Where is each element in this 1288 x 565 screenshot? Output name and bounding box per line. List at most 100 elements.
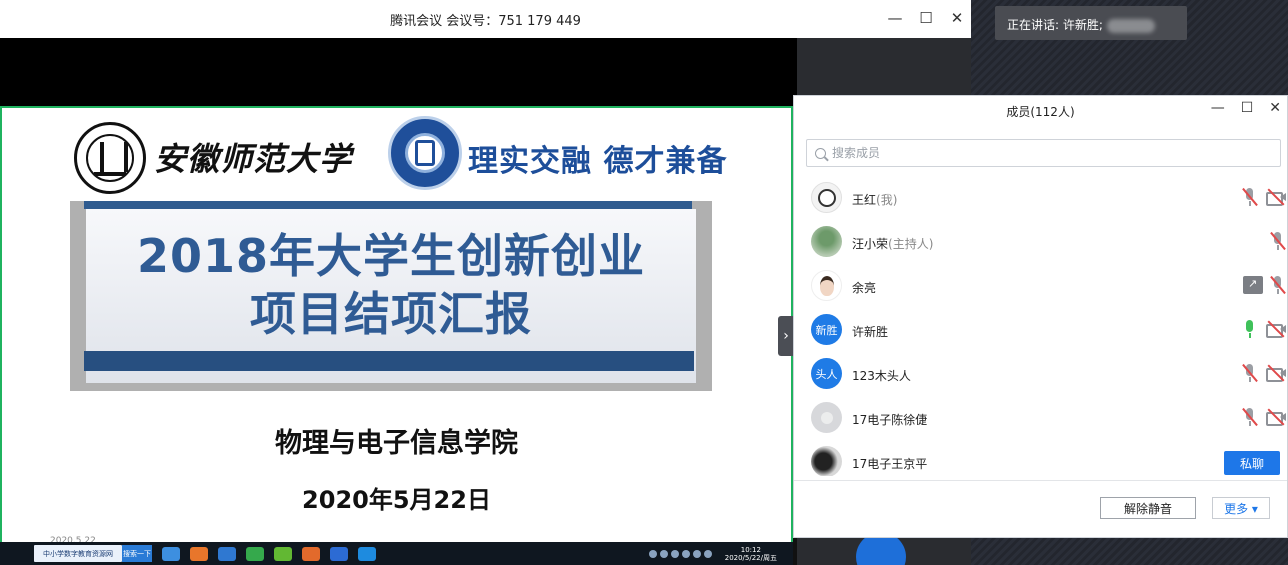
university-name: 安徽师范大学 — [154, 140, 353, 178]
member-status-icons — [1241, 363, 1287, 383]
avatar — [811, 402, 842, 433]
tray-icon — [659, 549, 668, 558]
college-name: 物理与电子信息学院 — [275, 428, 518, 459]
taskbar-ie-tab: 中小学数字教育资源网 — [34, 545, 122, 562]
panel-maximize-button[interactable]: ☐ — [1241, 100, 1254, 116]
title-banner: 2018年大学生创新创业 项目结项汇报 — [70, 201, 712, 391]
minimize-button[interactable]: — — [886, 9, 904, 27]
taskbar-app-icon — [190, 546, 208, 561]
member-status-icons: 私聊 — [1224, 451, 1287, 475]
member-name: 许新胜 — [852, 325, 889, 339]
member-name: 王红(我) — [852, 193, 898, 207]
avatar — [811, 446, 842, 476]
university-seal-icon — [74, 122, 146, 194]
slide-title-line2: 项目结项汇报 — [250, 287, 532, 341]
search-icon — [815, 147, 826, 159]
taskbar-app-icon — [218, 546, 236, 561]
member-row[interactable]: 新胜 许新胜 — [794, 308, 1287, 352]
taskbar-clock: 10:12 2020/5/22/周五 — [725, 546, 777, 562]
clock-date: 2020/5/22/周五 — [724, 553, 777, 562]
banner-top-strip — [84, 201, 692, 209]
member-row[interactable]: 17电子王京平 私聊 — [794, 440, 1287, 476]
desktop: 腾讯会议 会议号：751 179 449 — ☐ ✕ 安徽师范大学 理实交融 德… — [0, 0, 1288, 565]
camera-off-icon[interactable] — [1265, 187, 1287, 207]
member-status-icons — [1241, 407, 1287, 427]
member-tag: (我) — [876, 193, 898, 207]
video-letterbox — [0, 38, 797, 108]
tray-icon — [681, 549, 690, 558]
member-row[interactable]: 17电子陈徐倢 — [794, 396, 1287, 440]
collapse-panel-button[interactable]: › — [778, 316, 794, 356]
maximize-button[interactable]: ☐ — [917, 9, 935, 27]
screen-share-icon[interactable] — [1243, 276, 1263, 294]
private-chat-button[interactable]: 私聊 — [1224, 451, 1280, 475]
more-button[interactable]: 更多 ▾ — [1212, 497, 1270, 519]
mic-muted-icon[interactable] — [1241, 407, 1259, 427]
tray-icon — [692, 549, 701, 558]
taskbar-app-icon — [274, 546, 292, 561]
slide-title: 2018年大学生创新创业 项目结项汇报 — [86, 227, 696, 343]
title-bar: 腾讯会议 会议号：751 179 449 — ☐ ✕ — [0, 0, 971, 38]
mic-muted-icon[interactable] — [1241, 187, 1259, 207]
camera-off-icon[interactable] — [1265, 319, 1287, 339]
close-button[interactable]: ✕ — [948, 9, 966, 27]
slide-title-line1: 2018年大学生创新创业 — [136, 229, 646, 283]
taskbar-app-icon — [330, 546, 348, 561]
members-panel-header: 成员(112人) — ☐ ✕ — [794, 96, 1287, 124]
taskbar-app-icon — [246, 546, 264, 561]
member-status-icons — [1241, 187, 1287, 207]
avatar: 头人 — [811, 358, 842, 389]
taskbar-app-icon — [358, 546, 376, 561]
panel-minimize-button[interactable]: — — [1211, 100, 1225, 116]
member-status-icons — [1269, 231, 1287, 251]
members-panel: 成员(112人) — ☐ ✕ 王红(我) — [793, 95, 1288, 538]
shared-screen-slide: 安徽师范大学 理实交融 德才兼备 2018年大学生创新创业 项目结项汇报 物理与… — [0, 108, 793, 546]
member-row[interactable]: 汪小荣(主持人) — [794, 220, 1287, 264]
system-tray: 10:12 2020/5/22/周五 — [648, 546, 793, 562]
member-search-box[interactable] — [806, 139, 1281, 167]
avatar — [811, 270, 842, 301]
window-controls: — ☐ ✕ — [886, 9, 966, 27]
member-status-icons — [1241, 319, 1287, 339]
college-badge-icon — [388, 116, 462, 190]
taskbar-app-icon — [302, 546, 320, 561]
meeting-title: 腾讯会议 会议号：751 179 449 — [390, 14, 581, 29]
mic-active-icon[interactable] — [1241, 319, 1259, 339]
member-row[interactable]: 头人 123木头人 — [794, 352, 1287, 396]
member-row[interactable]: 余亮 — [794, 264, 1287, 308]
avatar: 新胜 — [811, 314, 842, 345]
presentation-date: 2020年5月22日 — [302, 486, 491, 514]
panel-close-button[interactable]: ✕ — [1269, 100, 1281, 116]
tray-icon — [670, 549, 679, 558]
blurred-name — [1106, 18, 1155, 33]
mic-muted-icon[interactable] — [1269, 231, 1287, 251]
member-name: 汪小荣(主持人) — [852, 237, 934, 251]
member-search-input[interactable] — [832, 146, 1252, 160]
clock-time: 10:12 — [740, 545, 761, 554]
tray-icon — [648, 549, 657, 558]
member-row[interactable]: 王红(我) — [794, 176, 1287, 220]
mic-muted-icon[interactable] — [1269, 275, 1287, 295]
avatar — [811, 226, 842, 257]
member-name: 123木头人 — [852, 369, 911, 383]
speaking-label: 正在讲话: 许新胜; — [1007, 18, 1103, 32]
member-status-icons — [1243, 275, 1287, 295]
member-name: 17电子陈徐倢 — [852, 413, 928, 427]
motto: 理实交融 德才兼备 — [468, 144, 728, 179]
panel-window-controls: — ☐ ✕ — [1211, 100, 1281, 116]
shared-taskbar: 中小学数字教育资源网 搜索一下 10:12 2020/5/22/周五 — [0, 542, 793, 565]
unmute-all-button[interactable]: 解除静音 — [1100, 497, 1196, 519]
member-tag: (主持人) — [888, 237, 934, 251]
camera-off-icon[interactable] — [1265, 363, 1287, 383]
bottom-video-tile — [971, 538, 1288, 565]
members-panel-footer: 解除静音 更多 ▾ — [794, 480, 1287, 537]
member-list: 王红(我) 汪小荣(主持人) 余亮 ↗ 新胜 许新胜 头人 123木头人 17电… — [794, 176, 1287, 476]
tray-icon — [703, 549, 712, 558]
taskbar-app-icon — [162, 546, 180, 561]
taskbar-search-button: 搜索一下 — [122, 545, 152, 562]
member-name: 余亮 — [852, 281, 877, 295]
mic-muted-icon[interactable] — [1241, 363, 1259, 383]
camera-off-icon[interactable] — [1265, 407, 1287, 427]
member-name: 17电子王京平 — [852, 457, 928, 471]
speaking-indicator: 正在讲话: 许新胜; — [995, 6, 1187, 40]
